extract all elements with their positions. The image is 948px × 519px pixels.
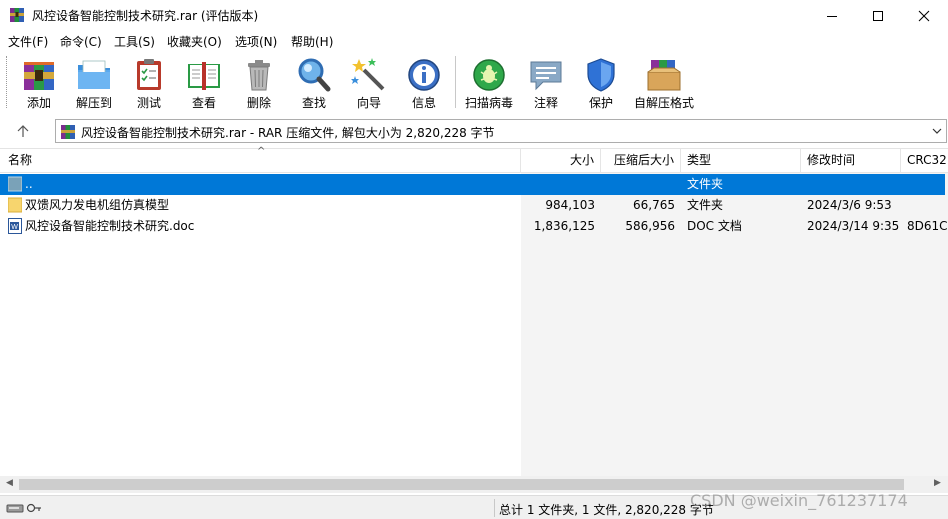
file-name: 双馈风力发电机组仿真模型	[25, 198, 170, 212]
trash-icon	[248, 60, 270, 91]
scroll-left-icon[interactable]: ◀	[6, 478, 13, 488]
minimize-icon	[827, 15, 837, 17]
virus-scan-icon	[473, 59, 505, 91]
scroll-right-icon[interactable]: ▶	[934, 478, 941, 488]
watermark: CSDN @weixin_761237174	[690, 491, 908, 510]
window-title: 风控设备智能控制技术研究.rar (评估版本)	[32, 9, 259, 23]
extract-folder-icon	[78, 60, 110, 89]
title-bar: 风控设备智能控制技术研究.rar (评估版本)	[0, 0, 948, 31]
winrar-archive-icon	[61, 125, 75, 139]
folder-icon	[8, 197, 22, 213]
sfx-label: 自解压格式	[633, 96, 694, 110]
file-type: 文件夹	[687, 177, 724, 191]
column-packed-label: 压缩后大小	[613, 153, 674, 167]
protect-button[interactable]: 保护	[571, 54, 631, 112]
menu-favorites[interactable]: 收藏夹(O)	[167, 33, 222, 50]
magnifier-icon	[298, 58, 331, 92]
column-modified-label: 修改时间	[807, 153, 856, 167]
list-item[interactable]: 双馈风力发电机组仿真模型 984,103 66,765 文件夹 2024/3/6…	[0, 195, 945, 216]
maximize-icon	[873, 10, 883, 21]
file-size	[521, 174, 595, 195]
file-type: DOC 文档	[687, 219, 742, 233]
scrollbar-thumb[interactable]	[19, 479, 904, 490]
sfx-button[interactable]: 自解压格式	[634, 54, 694, 112]
menu-file[interactable]: 文件(F)	[8, 33, 48, 50]
shield-icon	[587, 58, 615, 92]
minimize-button[interactable]	[809, 0, 855, 31]
file-size: 984,103	[545, 198, 595, 212]
list-item[interactable]: W 风控设备智能控制技术研究.doc 1,836,125 586,956 DOC…	[0, 216, 948, 237]
column-size-label: 大小	[569, 153, 594, 167]
arrow-up-icon	[17, 125, 29, 137]
column-size[interactable]: 大小	[521, 149, 601, 173]
info-icon	[408, 59, 440, 91]
svg-text:W: W	[11, 224, 18, 231]
status-summary: 总计 1 文件夹, 1 文件, 2,820,228 字节	[499, 503, 714, 517]
list-item[interactable]: .. 文件夹	[0, 174, 945, 195]
file-modified: 2024/3/6 9:53	[807, 198, 892, 212]
file-type: 文件夹	[687, 198, 724, 212]
up-folder-button[interactable]	[10, 119, 36, 143]
toolbar: 添加 解压到 测试 查看 删除 查找 向导 信息 扫描病毒 注释 保护 自解压格…	[0, 51, 948, 114]
close-button[interactable]	[901, 0, 947, 31]
list-header: 名称 ^ 大小 压缩后大小 类型 修改时间 CRC32	[0, 146, 948, 173]
sort-ascending-icon: ^	[257, 146, 266, 157]
add-archive-icon	[24, 62, 54, 90]
file-packed-size: 66,765	[633, 198, 675, 212]
chevron-down-icon[interactable]	[931, 125, 943, 137]
menu-help[interactable]: 帮助(H)	[291, 33, 333, 50]
sfx-box-icon	[647, 60, 681, 91]
column-modified[interactable]: 修改时间	[801, 149, 901, 173]
menu-tools[interactable]: 工具(S)	[114, 33, 155, 50]
file-list: 名称 ^ 大小 压缩后大小 类型 修改时间 CRC32 .. 文件夹 双馈风力发…	[0, 146, 948, 477]
address-text: 风控设备智能控制技术研究.rar - RAR 压缩文件, 解包大小为 2,820…	[81, 126, 495, 140]
column-crc32[interactable]: CRC32	[901, 149, 948, 173]
status-separator	[494, 499, 495, 517]
column-type-label: 类型	[687, 153, 712, 167]
file-size: 1,836,125	[533, 219, 595, 233]
word-doc-icon: W	[8, 218, 22, 234]
menu-commands[interactable]: 命令(C)	[60, 33, 102, 50]
column-name-label: 名称	[8, 153, 33, 167]
column-crc32-label: CRC32	[907, 153, 947, 167]
file-name: 风控设备智能控制技术研究.doc	[25, 219, 195, 233]
view-book-icon	[188, 62, 220, 90]
menu-bar: 文件(F) 命令(C) 工具(S) 收藏夹(O) 选项(N) 帮助(H)	[0, 31, 948, 51]
file-packed-size: 586,956	[625, 219, 675, 233]
close-icon	[918, 10, 930, 21]
wizard-wand-icon	[351, 58, 385, 91]
menu-options[interactable]: 选项(N)	[235, 33, 277, 50]
column-type[interactable]: 类型	[681, 149, 801, 173]
drive-key-icon	[6, 503, 41, 513]
file-packed-size	[601, 174, 675, 195]
column-packed[interactable]: 压缩后大小	[601, 149, 681, 173]
info-button[interactable]: 信息	[394, 54, 454, 112]
maximize-button[interactable]	[855, 0, 901, 31]
address-bar: 风控设备智能控制技术研究.rar - RAR 压缩文件, 解包大小为 2,820…	[0, 116, 948, 146]
comment-icon	[530, 61, 562, 91]
winrar-icon	[10, 8, 24, 22]
address-field[interactable]: 风控设备智能控制技术研究.rar - RAR 压缩文件, 解包大小为 2,820…	[55, 119, 947, 143]
parent-folder-icon	[8, 176, 22, 192]
test-clipboard-icon	[137, 59, 161, 90]
file-crc: 8D61C	[907, 219, 948, 233]
file-name: ..	[25, 177, 33, 191]
file-modified: 2024/3/14 9:35	[807, 219, 900, 233]
